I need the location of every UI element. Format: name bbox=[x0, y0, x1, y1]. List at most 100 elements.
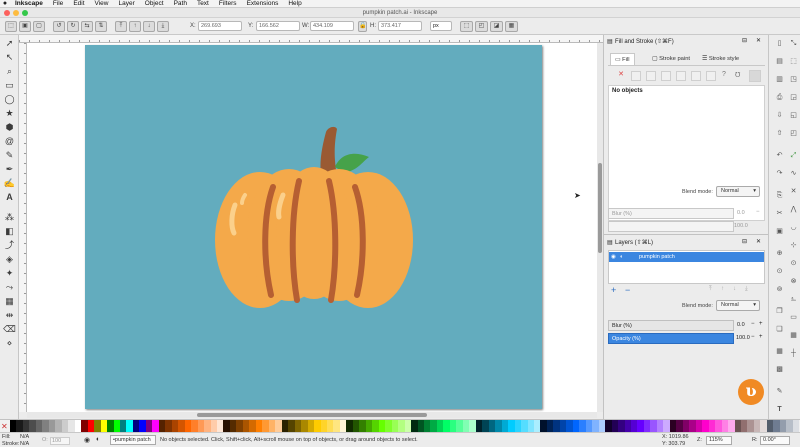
deselect-icon[interactable]: ▢ bbox=[33, 21, 45, 32]
lock-icon[interactable]: ◐ bbox=[620, 252, 623, 262]
new-doc-icon[interactable]: ▯ bbox=[774, 39, 785, 49]
pumpkin-artwork[interactable] bbox=[85, 45, 542, 409]
snap-bbox-corner-icon[interactable]: ◲ bbox=[788, 93, 799, 103]
x-field[interactable]: 269.693 bbox=[198, 21, 242, 31]
spray-tool-icon[interactable]: ⁂ bbox=[3, 211, 16, 223]
rotation-field[interactable]: 0.00° bbox=[760, 436, 790, 445]
layers-blur-plus-icon[interactable]: + bbox=[759, 321, 763, 327]
add-layer-icon[interactable]: + bbox=[611, 285, 616, 295]
layers-blend-select[interactable]: Normal ▾ bbox=[716, 300, 760, 311]
document-page[interactable] bbox=[85, 45, 542, 409]
snap-path-icon[interactable]: ∿ bbox=[788, 169, 799, 179]
rotate-cw-icon[interactable]: ↻ bbox=[67, 21, 79, 32]
snap-rotation-center-icon[interactable]: ⊗ bbox=[788, 277, 799, 287]
menu-view[interactable]: View bbox=[90, 0, 114, 7]
layers-blur-slider[interactable]: Blur (%) bbox=[608, 320, 734, 331]
layers-opacity-minus-icon[interactable]: − bbox=[751, 334, 755, 340]
layer-name[interactable]: pumpkin patch bbox=[639, 252, 675, 262]
connector-tool-icon[interactable]: ⤳ bbox=[3, 281, 16, 293]
export-icon[interactable]: ⇧ bbox=[774, 129, 785, 139]
horizontal-scroll-thumb[interactable] bbox=[197, 413, 427, 417]
vertical-ruler[interactable] bbox=[19, 43, 27, 412]
import-icon[interactable]: ⇩ bbox=[774, 111, 785, 121]
select-all-layers-icon[interactable]: ▣ bbox=[19, 21, 31, 32]
snap-midpoint-icon[interactable]: ⊹ bbox=[788, 241, 799, 251]
current-layer-select[interactable]: •pumpkin patch bbox=[110, 435, 156, 445]
blur-stepper-icon[interactable]: − bbox=[756, 209, 760, 215]
snap-intersection-icon[interactable]: ✕ bbox=[788, 187, 799, 197]
palette-swatch[interactable] bbox=[792, 420, 800, 432]
layer-bottom-icon[interactable]: ⤓ bbox=[745, 286, 748, 293]
flip-vertical-icon[interactable]: ⇅ bbox=[95, 21, 107, 32]
measure-tool-icon[interactable]: ⇹ bbox=[3, 309, 16, 321]
layers-opacity-plus-icon[interactable]: + bbox=[759, 334, 763, 340]
duplicate-icon[interactable]: ❐ bbox=[774, 307, 785, 317]
snap-bbox-center-icon[interactable]: ◰ bbox=[788, 129, 799, 139]
layer-row[interactable]: ◉ ◐ pumpkin patch bbox=[609, 252, 764, 262]
lock-ratio-icon[interactable]: 🔒 bbox=[358, 21, 367, 32]
spiral-tool-icon[interactable]: @ bbox=[3, 135, 16, 147]
layers-opacity-slider[interactable]: Opacity (%) bbox=[608, 333, 734, 344]
stroke-indicator-value[interactable]: N/A bbox=[20, 441, 29, 447]
h-field[interactable]: 373.417 bbox=[378, 21, 422, 31]
layer-down-icon[interactable]: ↓ bbox=[733, 286, 736, 292]
cut-icon[interactable]: ✂ bbox=[774, 209, 785, 219]
zoom-field[interactable]: 115% bbox=[706, 436, 732, 445]
menu-help[interactable]: Help bbox=[283, 0, 306, 7]
remove-layer-icon[interactable]: − bbox=[625, 285, 630, 295]
dropper-tool-icon[interactable]: ⤴ bbox=[3, 239, 16, 251]
layer-top-icon[interactable]: ⤒ bbox=[709, 286, 712, 293]
ungroup-icon[interactable]: ▩ bbox=[774, 365, 785, 375]
node-tool-icon[interactable]: ↖ bbox=[3, 51, 16, 63]
snap-center-icon[interactable]: ⊙ bbox=[788, 259, 799, 269]
blend-mode-select[interactable]: Normal ▾ bbox=[716, 186, 760, 197]
layer-up-icon[interactable]: ↑ bbox=[721, 286, 724, 292]
fill-indicator-value[interactable]: N/A bbox=[20, 434, 29, 440]
snap-grid-icon[interactable]: ▦ bbox=[788, 331, 799, 341]
menu-text[interactable]: Text bbox=[192, 0, 214, 7]
snap-bbox-edge-icon[interactable]: ◳ bbox=[788, 75, 799, 85]
save-icon[interactable]: ▥ bbox=[774, 75, 785, 85]
unit-select[interactable]: px bbox=[430, 21, 452, 31]
mesh-gradient-icon[interactable] bbox=[676, 71, 686, 81]
fill-stroke-dialog-icon[interactable]: ✎ bbox=[774, 387, 785, 397]
menu-filters[interactable]: Filters bbox=[214, 0, 242, 7]
snap-bbox-icon[interactable]: ⬚ bbox=[788, 57, 799, 67]
selector-tool-icon[interactable]: ➚ bbox=[3, 37, 16, 49]
snap-page-icon[interactable]: ▭ bbox=[788, 313, 799, 323]
undo-icon[interactable]: ↶ bbox=[774, 151, 785, 161]
menu-file[interactable]: File bbox=[48, 0, 68, 7]
swatch-icon[interactable] bbox=[706, 71, 716, 81]
no-paint-icon[interactable]: ✕ bbox=[616, 71, 626, 81]
menu-object[interactable]: Object bbox=[140, 0, 169, 7]
text-tool-icon[interactable]: A bbox=[3, 191, 16, 203]
pattern-icon[interactable] bbox=[691, 71, 701, 81]
layers-grip-icon[interactable]: ▤ bbox=[607, 239, 613, 246]
zoom-page-icon[interactable]: ⊚ bbox=[774, 285, 785, 295]
unset-paint-icon[interactable]: ? bbox=[722, 71, 726, 78]
paint-bucket-tool-icon[interactable]: ◈ bbox=[3, 253, 16, 265]
mesh-tool-icon[interactable]: ▦ bbox=[3, 295, 16, 307]
copy-icon[interactable]: ⎘ bbox=[774, 191, 785, 201]
tab-stroke-paint[interactable]: ▢ Stroke paint bbox=[648, 53, 694, 65]
snap-baseline-icon[interactable]: ⎁ bbox=[788, 295, 799, 305]
linear-gradient-icon[interactable] bbox=[646, 71, 656, 81]
snap-smooth-icon[interactable]: ◡ bbox=[788, 223, 799, 233]
layer-visibility-icon[interactable]: ◉ bbox=[84, 436, 90, 444]
w-field[interactable]: 434.109 bbox=[310, 21, 354, 31]
horizontal-scrollbar[interactable] bbox=[27, 412, 597, 418]
lpe-tool-icon[interactable]: ⋄ bbox=[3, 337, 16, 349]
apple-icon[interactable]: ● bbox=[0, 0, 10, 7]
menu-edit[interactable]: Edit bbox=[68, 0, 89, 7]
text-dialog-icon[interactable]: T bbox=[774, 405, 785, 415]
tab-stroke-style[interactable]: ☰ Stroke style bbox=[698, 53, 743, 65]
select-all-icon[interactable]: ⬚ bbox=[5, 21, 17, 32]
star-tool-icon[interactable]: ★ bbox=[3, 107, 16, 119]
paste-icon[interactable]: ▣ bbox=[774, 227, 785, 237]
layers-close-icon[interactable]: ✕ bbox=[756, 238, 761, 245]
zoom-selection-icon[interactable]: ⊕ bbox=[774, 249, 785, 259]
ellipse-tool-icon[interactable]: ◯ bbox=[3, 93, 16, 105]
calligraphy-tool-icon[interactable]: ✍ bbox=[3, 177, 16, 189]
scale-corners-icon[interactable]: ◰ bbox=[475, 21, 488, 32]
eraser-tool-icon[interactable]: ⌫ bbox=[3, 323, 16, 335]
